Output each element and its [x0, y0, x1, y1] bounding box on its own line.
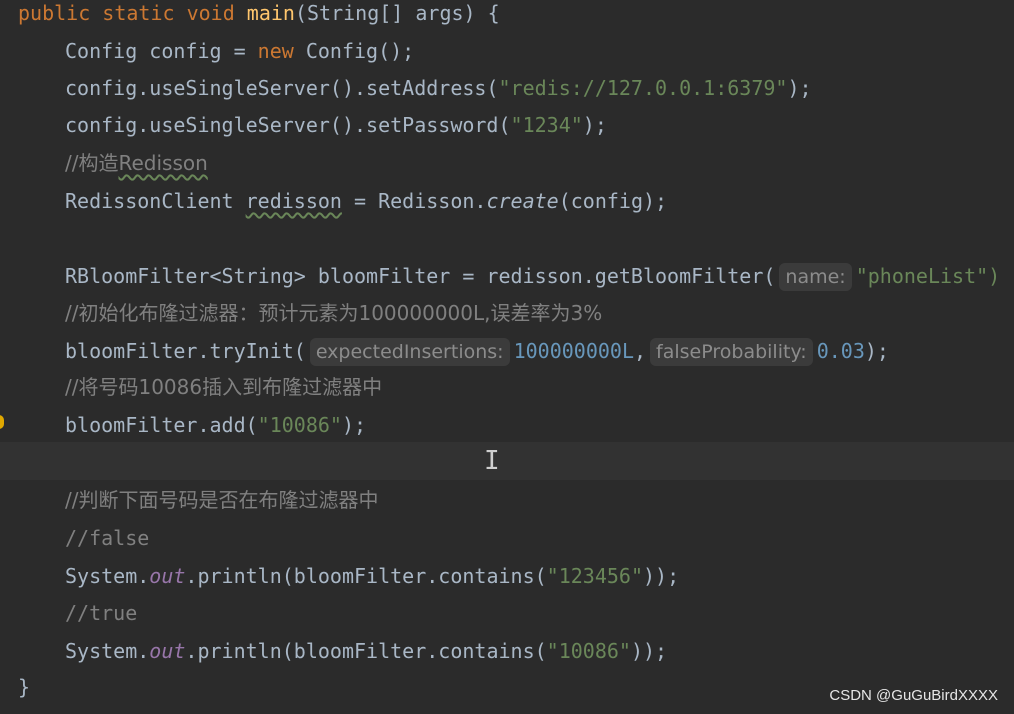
code-line-7[interactable]: RBloomFilter<String> bloomFilter = redis… — [0, 257, 1014, 295]
watermark: CSDN @GuGuBirdXXXX — [829, 687, 998, 704]
token-static-field: out — [149, 564, 186, 588]
code-editor[interactable]: public static void main(String[] args) {… — [0, 0, 1014, 714]
token-text: RBloomFilter<String> bloomFilter = redis… — [65, 264, 776, 288]
token-string: "123456" — [546, 564, 643, 588]
token-method-name: main — [246, 1, 295, 25]
code-line-13[interactable]: //判断下面号码是否在布隆过滤器中 — [0, 481, 1014, 519]
token-text: System. — [65, 639, 150, 663]
token-text: ); — [864, 339, 889, 363]
token-comment-typo: Redisson — [118, 151, 208, 175]
text-cursor-icon: I — [484, 446, 500, 476]
token-string: "10086" — [546, 639, 631, 663]
token-text: )); — [642, 564, 680, 588]
token-comment: //初始化布隆过滤器：预计元素为100000000L,误差率为3% — [65, 301, 603, 325]
token-text: = Redisson. — [341, 189, 487, 213]
token-keyword: new — [257, 39, 294, 63]
token-text: System. — [65, 564, 150, 588]
code-line-2[interactable]: Config config = new Config(); — [0, 32, 1014, 70]
token-text: bloomFilter.tryInit( — [65, 339, 306, 363]
param-hint-false-probability: falseProbability: — [650, 338, 813, 366]
token-comment: //构造 — [65, 151, 119, 175]
param-hint-expected-insertions: expectedInsertions: — [309, 338, 510, 366]
token-text: (String[] args) { — [294, 1, 500, 25]
token-text: , — [634, 339, 647, 363]
token-text: ); — [787, 76, 812, 100]
token-text: Config(); — [293, 39, 415, 63]
param-hint-name: name: — [779, 263, 852, 291]
token-text: (config); — [558, 189, 668, 213]
token-string: "redis://127.0.0.1:6379" — [498, 76, 788, 100]
token-brace: } — [18, 675, 31, 699]
token-comment: //将号码10086插入到布隆过滤器中 — [65, 375, 383, 399]
token-string: "1234" — [510, 113, 583, 137]
code-line-4[interactable]: config.useSingleServer().setPassword("12… — [0, 106, 1014, 144]
token-text: ); — [341, 413, 367, 437]
code-line-17[interactable]: System.out.println(bloomFilter.contains(… — [0, 632, 1014, 670]
code-line-15[interactable]: System.out.println(bloomFilter.contains(… — [0, 557, 1014, 595]
code-line-16[interactable]: //true — [0, 594, 1014, 632]
token-text: RedissonClient — [65, 189, 246, 213]
code-line-8[interactable]: //初始化布隆过滤器：预计元素为100000000L,误差率为3% — [0, 294, 1014, 332]
token-static-method: create — [486, 189, 559, 213]
token-text: .println(bloomFilter.contains( — [185, 639, 547, 663]
code-line-10[interactable]: //将号码10086插入到布隆过滤器中 — [0, 368, 1014, 406]
token-text: config.useSingleServer().setAddress( — [65, 76, 499, 100]
token-comment: //判断下面号码是否在布隆过滤器中 — [65, 488, 379, 512]
token-number: 0.03 — [816, 339, 865, 363]
token-keyword: public static void — [18, 1, 235, 25]
token-static-field: out — [149, 639, 186, 663]
token-text: )); — [630, 639, 668, 663]
token-text: bloomFilter.add( — [65, 413, 258, 437]
token-string: "phoneList") — [855, 264, 1001, 288]
token-comment: //true — [65, 601, 138, 625]
code-line-14[interactable]: //false — [0, 519, 1014, 557]
code-line-11[interactable]: bloomFilter.add("10086"); — [0, 406, 1014, 444]
token-comment: //false — [65, 526, 150, 550]
code-line-12-current[interactable] — [0, 442, 1014, 480]
token-text: Config config = — [65, 39, 258, 63]
code-line-3[interactable]: config.useSingleServer().setAddress("red… — [0, 69, 1014, 107]
code-line-5[interactable]: //构造Redisson — [0, 144, 1014, 182]
token-variable: redisson — [245, 189, 342, 213]
code-line-1[interactable]: public static void main(String[] args) { — [0, 0, 1014, 32]
code-line-9[interactable]: bloomFilter.tryInit(expectedInsertions: 1… — [0, 332, 1014, 370]
token-number: 100000000L — [513, 339, 634, 363]
code-line-6[interactable]: RedissonClient redisson = Redisson.creat… — [0, 182, 1014, 220]
token-text: ); — [582, 113, 607, 137]
token-string: "10086" — [257, 413, 342, 437]
token-text: config.useSingleServer().setPassword( — [65, 113, 511, 137]
token-text: .println(bloomFilter.contains( — [185, 564, 547, 588]
